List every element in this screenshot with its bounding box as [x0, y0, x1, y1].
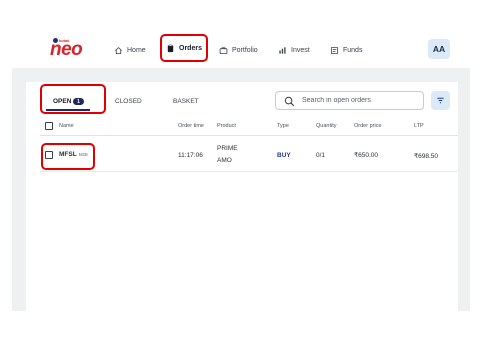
header-divider: [40, 135, 458, 136]
open-count-badge: 1: [73, 98, 84, 105]
nav-invest[interactable]: Invest: [278, 36, 310, 64]
home-icon: [115, 46, 122, 54]
col-name[interactable]: Name: [59, 123, 74, 129]
filter-button[interactable]: [431, 91, 450, 110]
row-product-line1: PRIME: [217, 145, 238, 152]
nav-funds-label: Funds: [343, 46, 363, 54]
logo-main-text: neo: [50, 39, 83, 60]
search-input[interactable]: [302, 94, 420, 107]
clipboard-icon: [167, 44, 174, 52]
select-all-checkbox[interactable]: [45, 122, 53, 130]
row-order-time: 11:17:06: [178, 152, 203, 159]
col-type[interactable]: Type: [277, 123, 289, 129]
active-tab-underline: [46, 109, 90, 111]
tab-closed[interactable]: CLOSED: [115, 98, 142, 105]
search-box: [275, 91, 424, 110]
search-icon: [284, 96, 295, 107]
col-product[interactable]: Product: [217, 123, 236, 129]
symbol-text: MFSL: [59, 151, 77, 158]
exchange-tag: NSE: [78, 152, 88, 157]
row-symbol[interactable]: MFSL NSE: [59, 151, 88, 158]
col-order-price[interactable]: Order price: [354, 123, 382, 129]
filter-icon: [437, 97, 444, 104]
col-ltp[interactable]: LTP: [414, 123, 424, 129]
row-ltp: ₹698.50: [414, 153, 439, 160]
col-quantity[interactable]: Quantity: [316, 123, 336, 129]
user-avatar[interactable]: AA: [428, 39, 450, 59]
nav-funds[interactable]: Funds: [330, 36, 362, 64]
wallet-icon: [330, 46, 339, 54]
row-checkbox[interactable]: [45, 151, 53, 159]
row-divider: [40, 171, 458, 172]
top-header: kotak neo Home Orders Portfolio Invest F…: [0, 0, 500, 68]
tab-open-label: OPEN: [53, 98, 72, 105]
nav-portfolio-label: Portfolio: [232, 46, 258, 54]
orders-panel: [26, 82, 458, 311]
kotak-neo-logo[interactable]: kotak neo: [50, 38, 86, 62]
nav-orders[interactable]: Orders: [160, 34, 208, 62]
nav-invest-label: Invest: [291, 46, 310, 54]
nav-portfolio[interactable]: Portfolio: [219, 36, 258, 64]
row-order-price: ₹650.00: [354, 152, 379, 159]
briefcase-icon: [219, 46, 228, 54]
tab-basket[interactable]: BASKET: [173, 98, 199, 105]
nav-home-label: Home: [127, 46, 146, 54]
nav-orders-label: Orders: [179, 44, 202, 52]
col-order-time[interactable]: Order time: [178, 123, 204, 129]
nav-home[interactable]: Home: [114, 36, 146, 64]
bar-chart-icon: [279, 46, 286, 54]
row-quantity: 0/1: [316, 152, 326, 159]
row-type: BUY: [277, 152, 291, 159]
row-product-line2: AMO: [217, 157, 232, 164]
